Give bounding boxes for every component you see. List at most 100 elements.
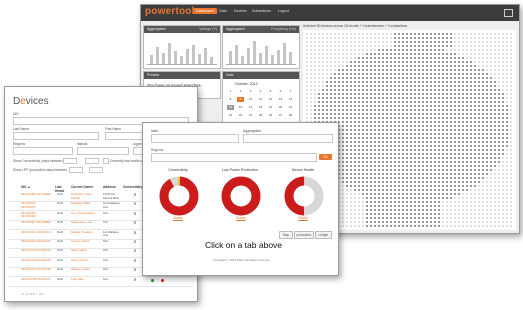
device-dot[interactable] <box>341 96 345 100</box>
device-dot[interactable] <box>413 48 417 52</box>
device-dot[interactable] <box>461 100 465 104</box>
device-dot[interactable] <box>417 64 421 68</box>
device-dot[interactable] <box>461 88 465 92</box>
device-dot[interactable] <box>477 120 481 124</box>
device-dot[interactable] <box>449 60 453 64</box>
device-dot[interactable] <box>461 208 465 212</box>
device-dot[interactable] <box>489 108 493 112</box>
device-dot[interactable] <box>433 132 437 136</box>
device-dot[interactable] <box>349 88 353 92</box>
device-dot[interactable] <box>361 192 365 196</box>
device-dot[interactable] <box>357 100 361 104</box>
device-dot[interactable] <box>353 68 357 72</box>
device-dot[interactable] <box>405 48 409 52</box>
device-dot[interactable] <box>485 184 489 188</box>
calendar-day[interactable]: 6 <box>277 89 284 94</box>
device-dot[interactable] <box>353 104 357 108</box>
device-dot[interactable] <box>389 188 393 192</box>
device-dot[interactable] <box>453 124 457 128</box>
device-dot[interactable] <box>361 196 365 200</box>
device-dot[interactable] <box>489 80 493 84</box>
device-dot[interactable] <box>393 196 397 200</box>
device-dot[interactable] <box>445 48 449 52</box>
device-dot[interactable] <box>365 44 369 48</box>
device-dot[interactable] <box>449 80 453 84</box>
device-dot[interactable] <box>333 52 337 56</box>
device-dot[interactable] <box>457 196 461 200</box>
owner-link[interactable]: Lee, Daniel Haina <box>71 211 101 216</box>
device-dot[interactable] <box>477 72 481 76</box>
device-dot[interactable] <box>345 48 349 52</box>
device-dot[interactable] <box>473 108 477 112</box>
device-dot[interactable] <box>345 76 349 80</box>
device-dot[interactable] <box>493 208 497 212</box>
device-dot[interactable] <box>469 80 473 84</box>
device-dot[interactable] <box>457 32 461 36</box>
device-dot[interactable] <box>497 116 501 120</box>
device-dot[interactable] <box>313 116 317 120</box>
calendar-day[interactable]: 15 <box>227 105 234 110</box>
device-dot[interactable] <box>441 72 445 76</box>
device-dot[interactable] <box>489 36 493 40</box>
device-dot[interactable] <box>445 120 449 124</box>
device-dot[interactable] <box>453 176 457 180</box>
device-dot[interactable] <box>421 148 425 152</box>
device-dot[interactable] <box>361 80 365 84</box>
device-dot[interactable] <box>417 144 421 148</box>
device-dot[interactable] <box>341 64 345 68</box>
device-dot[interactable] <box>497 112 501 116</box>
device-dot[interactable] <box>461 216 465 220</box>
device-dot[interactable] <box>369 192 373 196</box>
device-dot[interactable] <box>381 172 385 176</box>
device-dot[interactable] <box>385 72 389 76</box>
device-dot[interactable] <box>409 52 413 56</box>
device-dot[interactable] <box>365 124 369 128</box>
device-dot[interactable] <box>373 208 377 212</box>
device-dot[interactable] <box>337 40 341 44</box>
device-dot[interactable] <box>377 104 381 108</box>
device-dot[interactable] <box>437 52 441 56</box>
device-dot[interactable] <box>453 60 457 64</box>
health-details-link[interactable]: Subtle <box>293 216 313 220</box>
device-dot[interactable] <box>349 44 353 48</box>
device-dot[interactable] <box>481 216 485 220</box>
device-dot[interactable] <box>409 224 413 228</box>
owner-link[interactable]: Wong, Kevin <box>71 258 101 263</box>
device-dot[interactable] <box>349 104 353 108</box>
device-dot[interactable] <box>413 52 417 56</box>
device-dot[interactable] <box>341 32 345 36</box>
device-dot[interactable] <box>481 40 485 44</box>
device-dot[interactable] <box>405 32 409 36</box>
device-dot[interactable] <box>397 72 401 76</box>
device-dot[interactable] <box>457 164 461 168</box>
device-dot[interactable] <box>405 100 409 104</box>
device-dot[interactable] <box>409 144 413 148</box>
calendar-day[interactable]: 10 <box>247 97 254 102</box>
device-dot[interactable] <box>341 160 345 164</box>
device-dot[interactable] <box>341 60 345 64</box>
device-dot[interactable] <box>385 140 389 144</box>
device-dot[interactable] <box>469 220 473 224</box>
device-dot[interactable] <box>481 32 485 36</box>
device-dot[interactable] <box>429 216 433 220</box>
device-dot[interactable] <box>453 188 457 192</box>
device-dot[interactable] <box>433 212 437 216</box>
device-dot[interactable] <box>461 124 465 128</box>
device-dot[interactable] <box>385 152 389 156</box>
device-dot[interactable] <box>361 48 365 52</box>
device-dot[interactable] <box>313 44 317 48</box>
device-dot[interactable] <box>461 164 465 168</box>
device-dot[interactable] <box>349 72 353 76</box>
device-dot[interactable] <box>477 92 481 96</box>
device-dot[interactable] <box>477 128 481 132</box>
device-dot[interactable] <box>501 220 505 224</box>
device-dot[interactable] <box>473 124 477 128</box>
device-dot[interactable] <box>329 76 333 80</box>
device-dot[interactable] <box>469 144 473 148</box>
device-dot[interactable] <box>353 136 357 140</box>
device-dot[interactable] <box>509 72 513 76</box>
device-dot[interactable] <box>469 224 473 228</box>
device-dot[interactable] <box>473 220 477 224</box>
device-dot[interactable] <box>489 196 493 200</box>
device-dot[interactable] <box>393 148 397 152</box>
